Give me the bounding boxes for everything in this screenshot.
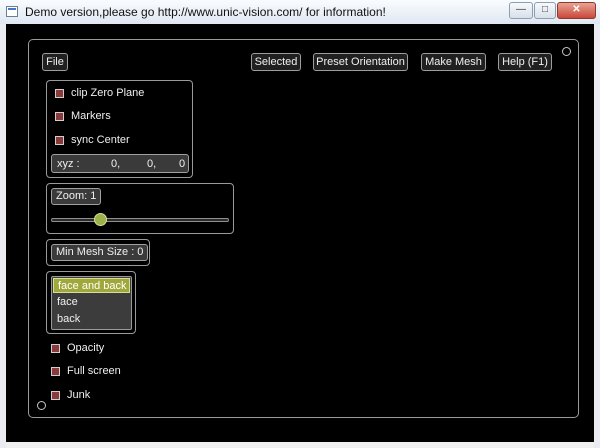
face-list-item-back[interactable]: back bbox=[53, 312, 130, 327]
sync-center-label: sync Center bbox=[71, 134, 130, 146]
opacity-checkbox[interactable] bbox=[51, 344, 60, 353]
full-screen-label: Full screen bbox=[67, 365, 121, 377]
markers-label: Markers bbox=[71, 110, 111, 122]
min-mesh-size-label[interactable]: Min Mesh Size : 0 bbox=[51, 244, 149, 261]
zoom-label: Zoom: 1 bbox=[51, 188, 102, 205]
file-menu-button[interactable]: File bbox=[42, 53, 68, 71]
window-frame-right bbox=[594, 24, 600, 448]
face-list-item-face-and-back[interactable]: face and back bbox=[53, 278, 130, 293]
maximize-button[interactable]: □ bbox=[534, 2, 556, 19]
corner-handle-top-right[interactable] bbox=[562, 47, 571, 56]
zoom-slider-knob[interactable] bbox=[94, 213, 107, 226]
make-mesh-button[interactable]: Make Mesh bbox=[421, 53, 486, 71]
corner-handle-bottom-left[interactable] bbox=[37, 401, 46, 410]
minimize-button[interactable]: — bbox=[509, 2, 533, 19]
window-title: Demo version,please go http://www.unic-v… bbox=[25, 5, 386, 19]
xyz-z-value: 0 bbox=[179, 158, 186, 170]
zoom-slider-track[interactable] bbox=[51, 218, 229, 222]
junk-label: Junk bbox=[67, 389, 91, 401]
selected-button[interactable]: Selected bbox=[251, 53, 301, 71]
clip-zero-plane-label: clip Zero Plane bbox=[71, 87, 145, 99]
help-button[interactable]: Help (F1) bbox=[498, 53, 552, 71]
sync-center-checkbox[interactable] bbox=[55, 136, 64, 145]
window-titlebar: Demo version,please go http://www.unic-v… bbox=[0, 0, 600, 25]
preset-orientation-button[interactable]: Preset Orientation bbox=[313, 53, 408, 71]
markers-checkbox[interactable] bbox=[55, 112, 64, 121]
face-list-item-face[interactable]: face bbox=[53, 295, 130, 310]
full-screen-checkbox[interactable] bbox=[51, 367, 60, 376]
app-icon bbox=[6, 6, 18, 17]
close-button[interactable]: ✕ bbox=[557, 2, 596, 19]
face-list[interactable]: face and back face back bbox=[51, 276, 132, 330]
xyz-y-value: 0, bbox=[147, 158, 157, 170]
opacity-label: Opacity bbox=[67, 342, 105, 354]
xyz-x-value: 0, bbox=[111, 158, 121, 170]
xyz-readout: xyz : 0, 0, 0 bbox=[51, 154, 189, 173]
clip-zero-plane-checkbox[interactable] bbox=[55, 89, 64, 98]
xyz-label: xyz : bbox=[57, 158, 80, 170]
junk-checkbox[interactable] bbox=[51, 391, 60, 400]
